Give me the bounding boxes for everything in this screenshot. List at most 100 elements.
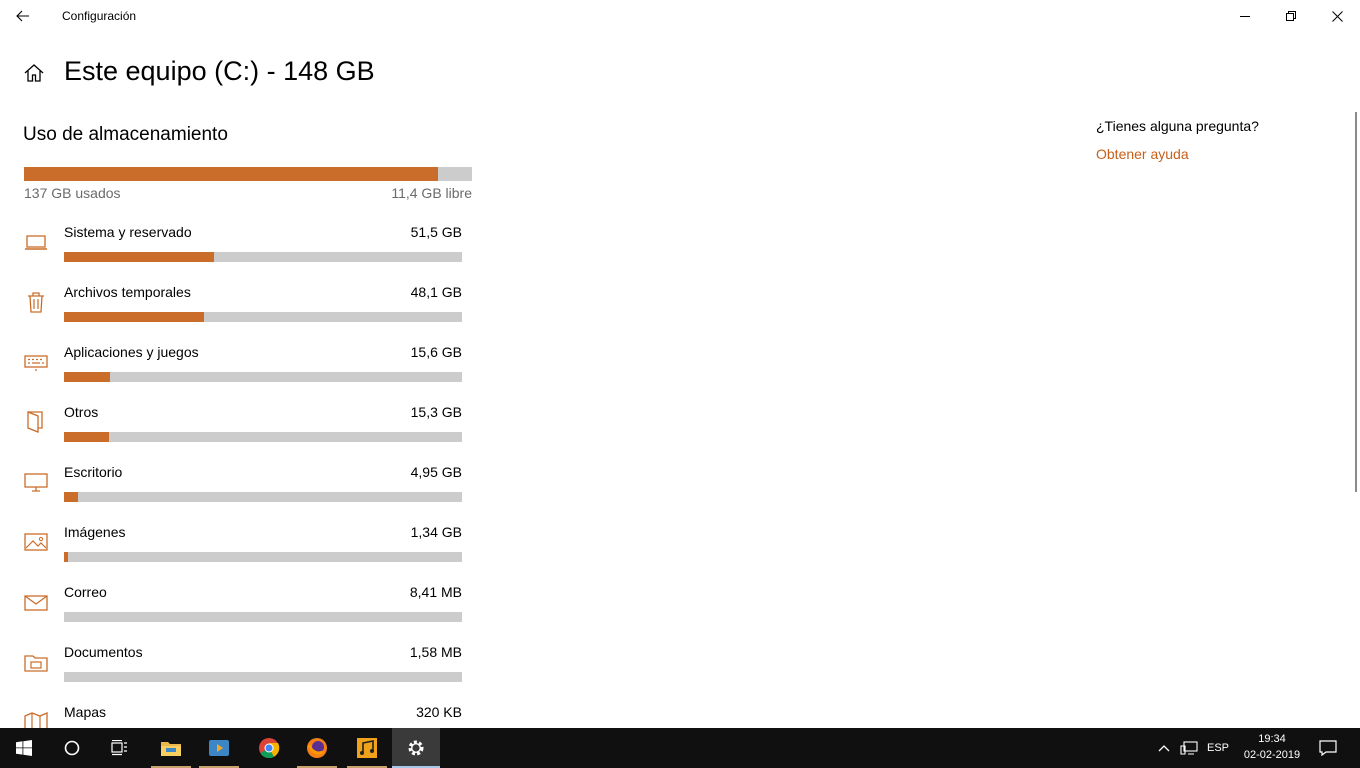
- category-fill: [64, 372, 111, 382]
- close-button[interactable]: [1314, 0, 1360, 32]
- category-temporales[interactable]: Archivos temporales 48,1 GB: [0, 272, 480, 332]
- page-title: Este equipo (C:) - 148 GB: [64, 56, 375, 86]
- category-fill: [64, 252, 215, 262]
- minimize-button[interactable]: [1222, 0, 1268, 32]
- back-button[interactable]: [0, 0, 46, 32]
- windows-logo-icon: [16, 740, 32, 756]
- category-aplicaciones[interactable]: Aplicaciones y juegos 15,6 GB: [0, 332, 480, 392]
- mail-icon: [24, 595, 48, 611]
- section-title: Uso de almacenamiento: [23, 124, 228, 145]
- category-escritorio[interactable]: Escritorio 4,95 GB: [0, 452, 480, 512]
- category-name: Archivos temporales: [64, 284, 191, 300]
- category-bar: [64, 492, 462, 502]
- restore-icon: [1286, 11, 1296, 21]
- language-indicator[interactable]: ESP: [1204, 728, 1232, 768]
- network-icon: [1180, 741, 1198, 755]
- file-explorer-button[interactable]: [147, 728, 195, 768]
- category-name: Mapas: [64, 704, 107, 720]
- total-usage-bar: [24, 167, 472, 181]
- category-name: Otros: [64, 404, 99, 420]
- category-name: Imágenes: [64, 524, 126, 540]
- category-bar: [64, 372, 462, 382]
- settings-taskbar-button[interactable]: [392, 728, 440, 768]
- gear-icon: [408, 740, 424, 756]
- network-button[interactable]: [1178, 728, 1200, 768]
- category-fill: [64, 552, 68, 562]
- restore-button[interactable]: [1268, 0, 1314, 32]
- total-usage-fill: [24, 167, 438, 181]
- category-bar: [64, 612, 462, 622]
- firefox-button[interactable]: [293, 728, 341, 768]
- clock[interactable]: 19:34 02-02-2019: [1236, 731, 1308, 763]
- map-icon: [24, 712, 48, 728]
- title-bar: Configuración: [0, 0, 1360, 32]
- category-name: Documentos: [64, 644, 143, 660]
- category-sistema[interactable]: Sistema y reservado 51,5 GB: [0, 212, 480, 272]
- category-name: Escritorio: [64, 464, 123, 480]
- taskbar: ESP 19:34 02-02-2019: [0, 728, 1360, 768]
- clock-time: 19:34: [1258, 733, 1286, 745]
- category-size: 8,41 MB: [409, 584, 462, 600]
- category-size: 320 KB: [416, 704, 462, 720]
- free-label: 11,4 GB libre: [391, 185, 472, 201]
- laptop-icon: [25, 235, 47, 250]
- minimize-icon: [1240, 16, 1250, 17]
- used-label: 137 GB usados: [24, 185, 121, 201]
- music-app-button[interactable]: [343, 728, 391, 768]
- chevron-up-icon: [1158, 745, 1170, 752]
- category-bar: [64, 432, 462, 442]
- trash-icon: [28, 292, 44, 313]
- media-player-button[interactable]: [195, 728, 243, 768]
- search-circle-icon: [64, 740, 80, 756]
- start-button[interactable]: [0, 728, 48, 768]
- help-question: ¿Tienes alguna pregunta?: [1096, 118, 1259, 134]
- category-size: 1,34 GB: [410, 524, 462, 540]
- folder-icon: [24, 655, 48, 672]
- category-documentos[interactable]: Documentos 1,58 MB: [0, 632, 480, 692]
- document-icon: [27, 411, 43, 433]
- category-bar: [64, 552, 462, 562]
- keyboard-icon: [24, 355, 48, 371]
- category-size: 1,58 MB: [409, 644, 462, 660]
- category-size: 48,1 GB: [410, 284, 462, 300]
- category-name: Correo: [64, 584, 107, 600]
- category-bar: [64, 672, 462, 682]
- category-name: Sistema y reservado: [64, 224, 192, 240]
- category-bar: [64, 312, 462, 322]
- close-icon: [1331, 10, 1343, 22]
- back-arrow-icon: [16, 10, 29, 22]
- window-title: Configuración: [62, 9, 137, 23]
- home-icon[interactable]: [22, 61, 46, 85]
- scrollbar[interactable]: [1355, 112, 1357, 492]
- category-fill: [64, 432, 109, 442]
- search-button[interactable]: [48, 728, 96, 768]
- category-fill: [64, 492, 78, 502]
- category-size: 51,5 GB: [410, 224, 462, 240]
- firefox-icon: [307, 738, 327, 758]
- media-player-icon: [209, 740, 229, 756]
- monitor-icon: [24, 473, 48, 492]
- notification-icon: [1319, 740, 1337, 756]
- settings-window: Configuración Este equipo (C:) - 148 GB …: [0, 0, 1360, 728]
- category-imagenes[interactable]: Imágenes 1,34 GB: [0, 512, 480, 572]
- category-correo[interactable]: Correo 8,41 MB: [0, 572, 480, 632]
- category-size: 15,6 GB: [410, 344, 462, 360]
- file-explorer-icon: [161, 742, 181, 756]
- action-center-button[interactable]: [1316, 728, 1340, 768]
- category-bar: [64, 252, 462, 262]
- category-fill: [64, 312, 205, 322]
- task-view-icon: [111, 740, 127, 756]
- image-icon: [24, 533, 48, 551]
- category-size: 4,95 GB: [410, 464, 462, 480]
- category-otros[interactable]: Otros 15,3 GB: [0, 392, 480, 452]
- clock-date: 02-02-2019: [1243, 749, 1301, 761]
- language-label: ESP: [1206, 742, 1229, 754]
- chrome-icon: [259, 738, 280, 759]
- chrome-button[interactable]: [245, 728, 293, 768]
- music-app-icon: [357, 738, 377, 758]
- category-mapas[interactable]: Mapas 320 KB: [0, 692, 480, 728]
- task-view-button[interactable]: [96, 728, 144, 768]
- get-help-link[interactable]: Obtener ayuda: [1096, 146, 1189, 162]
- category-size: 15,3 GB: [410, 404, 462, 420]
- show-hidden-icons-button[interactable]: [1154, 728, 1174, 768]
